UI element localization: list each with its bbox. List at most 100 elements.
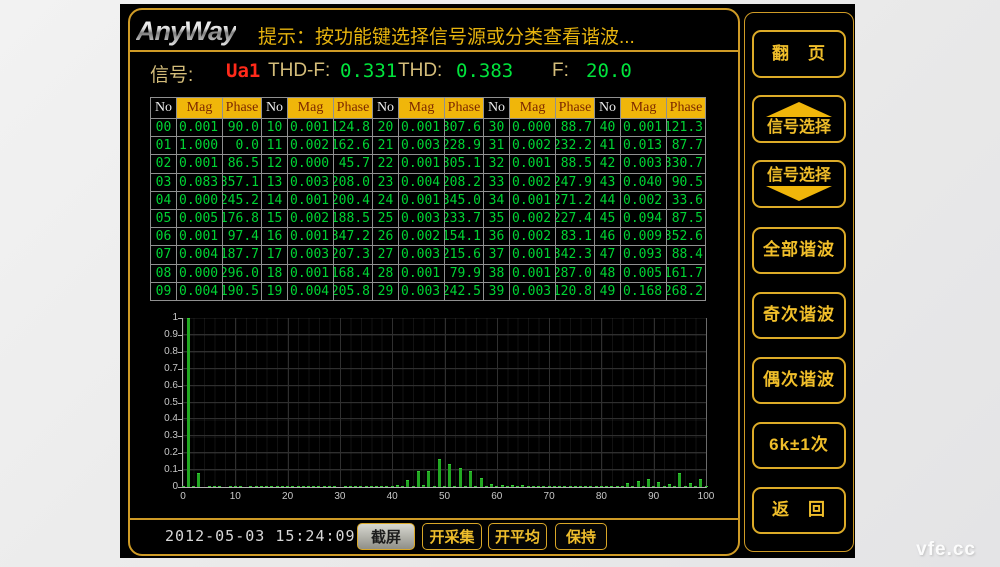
table-cell-mag: 0.003 xyxy=(288,174,334,192)
table-cell-no: 41 xyxy=(595,137,621,155)
y-axis-tick-label: 0.1 xyxy=(148,464,178,475)
table-cell-phase: 296.0 xyxy=(223,265,262,283)
thd-label: THD: xyxy=(398,60,442,82)
sidebar-button-all-harmonics[interactable]: 全部谐波 xyxy=(752,227,846,274)
harmonic-bar xyxy=(474,486,477,487)
sidebar-button-page-turn[interactable]: 翻 页 xyxy=(752,30,846,78)
y-axis-tick-label: 0.9 xyxy=(148,329,178,340)
harmonic-bar xyxy=(553,486,556,487)
y-axis-tick-mark xyxy=(178,453,183,454)
harmonic-bar xyxy=(521,485,524,487)
harmonic-bar xyxy=(548,486,551,487)
harmonic-bar xyxy=(626,483,629,487)
table-cell-phase: 162.6 xyxy=(334,137,373,155)
harmonic-bar xyxy=(401,486,404,487)
table-cell-mag: 0.168 xyxy=(621,283,667,301)
x-axis-tick-label: 60 xyxy=(480,491,514,502)
harmonic-bar xyxy=(642,486,645,487)
table-cell-no: 06 xyxy=(151,228,177,246)
y-axis-tick-mark xyxy=(178,487,183,488)
harmonic-bar-chart: 10.90.80.70.60.50.40.30.20.1001020304050… xyxy=(182,318,707,488)
table-cell-phase: 245.2 xyxy=(223,192,262,210)
harmonic-bar xyxy=(511,485,514,487)
table-cell-no: 47 xyxy=(595,246,621,264)
signal-label: 信号: xyxy=(150,60,193,87)
harmonic-bar xyxy=(684,486,687,487)
chart-gridline-v xyxy=(654,318,655,487)
table-cell-phase: 342.3 xyxy=(556,246,595,264)
y-axis-tick-mark xyxy=(178,386,183,387)
screenshot-button[interactable]: 截屏 xyxy=(357,523,415,550)
chart-gridline-h xyxy=(183,452,706,453)
sidebar-button-even-harmonics[interactable]: 偶次谐波 xyxy=(752,357,846,404)
x-axis-tick-label: 40 xyxy=(375,491,409,502)
table-cell-mag: 0.005 xyxy=(177,210,223,228)
sidebar-button-6k-plus-minus-1[interactable]: 6k±1次 xyxy=(752,422,846,469)
table-cell-no: 00 xyxy=(151,119,177,137)
harmonic-bar xyxy=(705,486,708,487)
table-cell-no: 44 xyxy=(595,192,621,210)
hold-button[interactable]: 保持 xyxy=(555,523,607,550)
harmonic-bar xyxy=(291,486,294,487)
table-cell-phase: 161.7 xyxy=(667,265,706,283)
x-axis-tick-label: 10 xyxy=(218,491,252,502)
table-cell-no: 20 xyxy=(373,119,399,137)
table-cell-no: 29 xyxy=(373,283,399,301)
harmonic-bar xyxy=(610,486,613,487)
table-cell-phase: 200.4 xyxy=(334,192,373,210)
table-cell-phase: 79.9 xyxy=(445,265,484,283)
sidebar-button-odd-harmonics[interactable]: 奇次谐波 xyxy=(752,292,846,339)
harmonic-bar xyxy=(516,486,519,487)
sidebar-button-signal-select-down[interactable]: 信号选择 xyxy=(752,160,846,208)
table-cell-phase: 87.5 xyxy=(667,210,706,228)
table-cell-mag: 0.002 xyxy=(288,210,334,228)
table-cell-mag: 0.001 xyxy=(399,155,445,173)
harmonic-bar xyxy=(563,486,566,487)
harmonic-bar xyxy=(265,486,268,487)
table-cell-phase: 121.3 xyxy=(667,119,706,137)
thd-value: 0.383 xyxy=(456,60,513,82)
chart-gridline-h xyxy=(183,402,706,403)
table-cell-phase: 33.6 xyxy=(667,192,706,210)
start-capture-button[interactable]: 开采集 xyxy=(422,523,482,550)
table-cell-phase: 0.0 xyxy=(223,137,262,155)
table-header-no: No xyxy=(484,98,510,119)
table-cell-phase: 208.0 xyxy=(334,174,373,192)
table-cell-no: 46 xyxy=(595,228,621,246)
chart-gridline-h xyxy=(183,334,706,335)
table-cell-mag: 0.001 xyxy=(399,119,445,137)
table-cell-phase: 45.7 xyxy=(334,155,373,173)
table-cell-phase: 247.9 xyxy=(556,174,595,192)
table-cell-mag: 0.002 xyxy=(510,174,556,192)
table-cell-mag: 0.001 xyxy=(288,228,334,246)
harmonic-bar xyxy=(689,483,692,487)
harmonic-bar xyxy=(485,486,488,487)
table-cell-mag: 0.003 xyxy=(621,155,667,173)
harmonic-bar xyxy=(317,486,320,487)
start-average-button[interactable]: 开平均 xyxy=(488,523,547,550)
sidebar-button-back[interactable]: 返 回 xyxy=(752,487,846,534)
harmonic-bar xyxy=(427,471,430,487)
harmonic-bar xyxy=(370,486,373,487)
sidebar-button-signal-select-up[interactable]: 信号选择 xyxy=(752,95,846,143)
harmonic-bar xyxy=(234,486,237,487)
table-header-mag: Mag xyxy=(177,98,223,119)
table-cell-mag: 0.003 xyxy=(399,283,445,301)
harmonic-bar xyxy=(542,486,545,487)
sidebar-button-label: 6k±1次 xyxy=(769,436,829,455)
harmonic-bar xyxy=(647,479,650,487)
harmonic-bar xyxy=(595,486,598,487)
harmonic-bar xyxy=(600,486,603,487)
sidebar-button-label: 偶次谐波 xyxy=(763,371,835,390)
harmonic-bar xyxy=(527,486,530,487)
chart-gridline-v xyxy=(601,318,602,487)
table-cell-phase: 207.3 xyxy=(334,246,373,264)
table-cell-mag: 0.003 xyxy=(399,210,445,228)
harmonic-bar xyxy=(375,486,378,487)
harmonic-bar xyxy=(270,486,273,487)
table-cell-phase: 330.7 xyxy=(667,155,706,173)
table-cell-phase: 232.2 xyxy=(556,137,595,155)
table-cell-mag: 0.005 xyxy=(621,265,667,283)
table-header-no: No xyxy=(262,98,288,119)
table-cell-phase: 88.5 xyxy=(556,155,595,173)
